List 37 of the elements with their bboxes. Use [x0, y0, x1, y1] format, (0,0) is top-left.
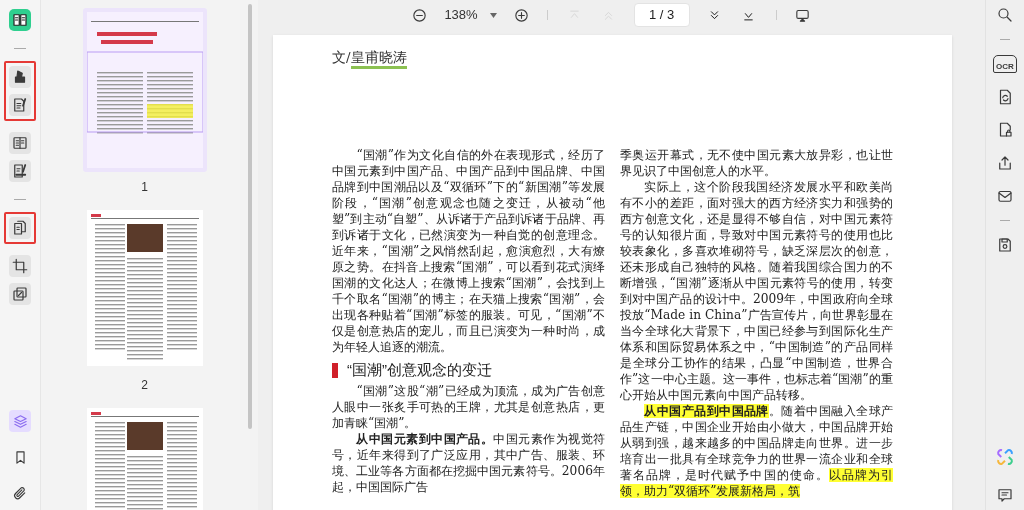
body-paragraph: 实际上，这个阶段我国经济发展水平和欧美尚有不小的差距，面对强大的西方经济实力和强势的西方创意文化，还是显得不够自信，对中国元素符号的认知很片面，导致对中国元素符号的使用也比较表象化，多喜欢堆砌符号，缺乏深层次的创意，还未形成自己独特的风格。随着我国综合国力的不断增强，“国潮”逐渐从中国元素符号的使用，转变到对中国产品的设计中。2009年，中国政府向全球投放“Made in China”广告宣传片，向世界彰显在当今全球化大背景下，中国已经参与到国际化生产体系和国际贸易体系之中，“中国制造”的产品同样是全球分工协作的结果，凸显“中国制造，世界合作”这一中心主题。这一事件，也标志着“国潮”的重心开始从中国元素向中国产品转移。: [620, 179, 893, 403]
edit-tool-button[interactable]: [9, 94, 31, 116]
page-number-field[interactable]: 1 / 3: [633, 3, 690, 27]
columns-document-icon: [11, 134, 29, 152]
overlapping-squares-icon: [11, 285, 29, 303]
sign-tool-button[interactable]: [9, 160, 31, 182]
compare-tool-button[interactable]: [9, 283, 31, 305]
document-signature-icon: [11, 162, 29, 180]
highlighter-tool-button[interactable]: [9, 66, 31, 88]
scrollbar-thumb[interactable]: [248, 4, 252, 429]
crop-icon: [11, 257, 29, 275]
share-icon[interactable]: [996, 154, 1014, 172]
colorful-clover-logo-icon[interactable]: [996, 448, 1014, 466]
reader-tool-button[interactable]: [9, 132, 31, 154]
app-logo-icon[interactable]: [9, 9, 31, 31]
body-paragraph: 季奥运开幕式，无不使中国元素大放异彩，也让世界见识了中国创意人的水平。: [620, 147, 893, 179]
crop-tool-button[interactable]: [9, 255, 31, 277]
document-pen-icon: [11, 96, 29, 114]
body-paragraph: 从中国产品到中国品牌。随着中国融入全球产品生产链，中国企业开始由小做大，中国品牌开始从弱到强，越来越多的中国品牌走向世界。进一步培育出一批具有全球竞争力的世界一流企业和全球著名品牌，是时代赋予中国的使命。以品牌为引领，助力“双循环”发展新格局，筑: [620, 403, 893, 499]
caret-icon: [489, 12, 497, 18]
layers-icon: [11, 412, 29, 430]
body-paragraph: “国潮”作为文化自信的外在表现形式，经历了中国元素到中国产品、中国产品到中国品牌、中国品牌到中国潮品以及“双循环”下的“新国潮”等发展阶段，“国潮”创意观念也随之变迁，从被动“他塑”到主动“自塑”、从诉诸于产品到诉诸于品牌、再到诉诸于文化，已然演变为一种自觉的创意理念。近年来，“国潮”之风悄然刮起，愈演愈烈，大有燎原之势。在抖音上搜索“国潮”，可以看到花式演绎国潮的文化达人；在微博上搜索“国潮”，会找到上千个取名“国潮”的博主；在天猫上搜索“国潮”，会出现各种贴着“国潮”标签的服装。可见，“国潮”不仅是创意热店的宠儿，而且已演变为一种时尚，成为年轻人追逐的潮流。: [332, 147, 605, 355]
zoom-dropdown[interactable]: 138%: [436, 2, 505, 28]
section-heading: “国潮”创意观念的变迁: [347, 360, 492, 380]
ocr-scan-icon[interactable]: OCR: [993, 55, 1017, 73]
minus-circle-icon: [410, 6, 428, 24]
search-icon[interactable]: [996, 6, 1014, 24]
comment-icon[interactable]: [996, 486, 1014, 504]
body-paragraph: 从中国元素到中国产品。中国元素作为视觉符号，近年来得到了广泛应用，其中广告、服装、环境、工业等各方面都在挖掘中国元素符号。2006年起，中国国际广告: [332, 431, 605, 495]
plus-circle-icon: [513, 6, 531, 24]
body-paragraph: “国潮”这股“潮”已经成为顶流，成为广告创意人眼中一张炙手可热的王牌，尤其是创意热店，更加青睐“国潮”。: [332, 383, 605, 431]
layers-tool-button[interactable]: [9, 410, 31, 432]
page-number-label: 2: [141, 377, 148, 394]
stacked-pages-icon: [11, 219, 29, 237]
page-number-label: 1: [141, 179, 148, 196]
author-byline: 文/皇甫晓涛: [332, 47, 407, 68]
heading-marker: [332, 362, 338, 378]
